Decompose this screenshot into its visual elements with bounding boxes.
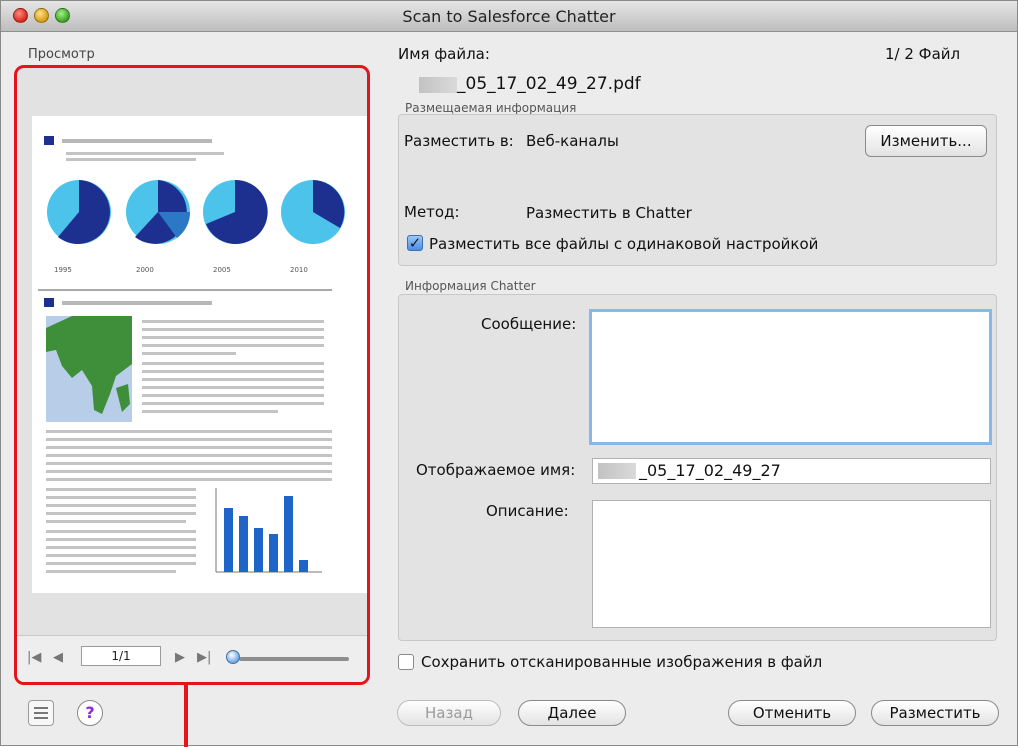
pie-chart-2005 bbox=[203, 179, 268, 244]
save-images-checkbox[interactable] bbox=[398, 654, 414, 670]
preview-panel[interactable]: 1995 2000 2005 2010 |◀ ◀ 1/1 ▶ ▶| bbox=[14, 65, 370, 685]
method-label: Метод: bbox=[404, 203, 460, 221]
display-name-value: _05_17_02_49_27 bbox=[639, 461, 781, 480]
post-info-group: Разместить в: Веб-каналы Изменить... Мет… bbox=[398, 114, 997, 266]
display-name-field[interactable]: _05_17_02_49_27 bbox=[592, 458, 991, 484]
page-number-field[interactable]: 1/1 bbox=[81, 646, 161, 666]
cancel-button[interactable]: Отменить bbox=[728, 700, 856, 726]
change-button[interactable]: Изменить... bbox=[865, 125, 987, 157]
pie-chart-1995 bbox=[47, 180, 111, 244]
text-line bbox=[62, 301, 212, 305]
zoom-slider-knob[interactable] bbox=[226, 650, 240, 664]
text-line bbox=[66, 152, 224, 155]
pie-chart-2000 bbox=[126, 180, 191, 244]
bar-chart-figure bbox=[215, 488, 322, 573]
year-label-1995: 1995 bbox=[54, 266, 72, 274]
heading-bullet bbox=[44, 136, 54, 145]
next-button[interactable]: Далее bbox=[518, 700, 626, 726]
pie-chart-2010 bbox=[281, 180, 345, 244]
post-info-section-label: Размещаемая информация bbox=[405, 101, 577, 115]
redacted-filename-prefix bbox=[419, 77, 457, 93]
post-button[interactable]: Разместить bbox=[871, 700, 999, 726]
save-images-checkbox-label[interactable]: Сохранить отсканированные изображения в … bbox=[421, 653, 822, 671]
message-textarea[interactable] bbox=[589, 309, 992, 445]
first-page-icon[interactable]: |◀ bbox=[27, 650, 41, 665]
method-value: Разместить в Chatter bbox=[526, 204, 692, 222]
file-name-value: _05_17_02_49_27.pdf bbox=[457, 74, 641, 94]
text-line bbox=[62, 139, 212, 143]
text-line bbox=[66, 158, 196, 161]
back-button[interactable]: Назад bbox=[397, 700, 501, 726]
scanned-page-thumbnail: 1995 2000 2005 2010 bbox=[32, 116, 367, 593]
display-name-label: Отображаемое имя: bbox=[416, 461, 576, 479]
title-bar: Scan to Salesforce Chatter bbox=[1, 1, 1017, 32]
description-label: Описание: bbox=[486, 502, 569, 520]
post-to-value: Веб-каналы bbox=[526, 132, 619, 150]
chatter-info-group: Сообщение: Отображаемое имя: _05_17_02_4… bbox=[398, 294, 997, 641]
same-setting-checkbox[interactable]: ✓ bbox=[407, 235, 423, 251]
message-label: Сообщение: bbox=[481, 315, 577, 333]
post-to-label: Разместить в: bbox=[404, 132, 514, 150]
last-page-icon[interactable]: ▶| bbox=[197, 650, 211, 665]
callout-line bbox=[184, 684, 188, 747]
chatter-info-section-label: Информация Chatter bbox=[405, 279, 536, 293]
world-map-figure bbox=[46, 316, 132, 422]
preview-label: Просмотр bbox=[28, 47, 95, 62]
year-label-2010: 2010 bbox=[290, 266, 308, 274]
file-name-label: Имя файла: bbox=[398, 45, 490, 63]
year-label-2005: 2005 bbox=[213, 266, 231, 274]
preview-navigation-bar: |◀ ◀ 1/1 ▶ ▶| bbox=[17, 635, 367, 682]
same-setting-checkbox-label[interactable]: Разместить все файлы с одинаковой настро… bbox=[429, 235, 818, 253]
next-page-icon[interactable]: ▶ bbox=[175, 650, 185, 665]
redacted-display-name-prefix bbox=[598, 463, 636, 479]
scan-to-chatter-window: Scan to Salesforce Chatter Просмотр 1995… bbox=[0, 0, 1018, 747]
file-counter: 1/ 2 Файл bbox=[885, 45, 961, 63]
scanned-page-image: 1995 2000 2005 2010 bbox=[38, 136, 345, 573]
zoom-slider-track[interactable] bbox=[239, 657, 349, 661]
document-list-icon[interactable] bbox=[28, 700, 54, 726]
previous-page-icon[interactable]: ◀ bbox=[53, 650, 63, 665]
heading-bullet bbox=[44, 298, 54, 307]
description-textarea[interactable] bbox=[592, 500, 991, 628]
year-label-2000: 2000 bbox=[136, 266, 154, 274]
help-icon[interactable]: ? bbox=[77, 700, 103, 726]
window-title: Scan to Salesforce Chatter bbox=[402, 7, 616, 26]
